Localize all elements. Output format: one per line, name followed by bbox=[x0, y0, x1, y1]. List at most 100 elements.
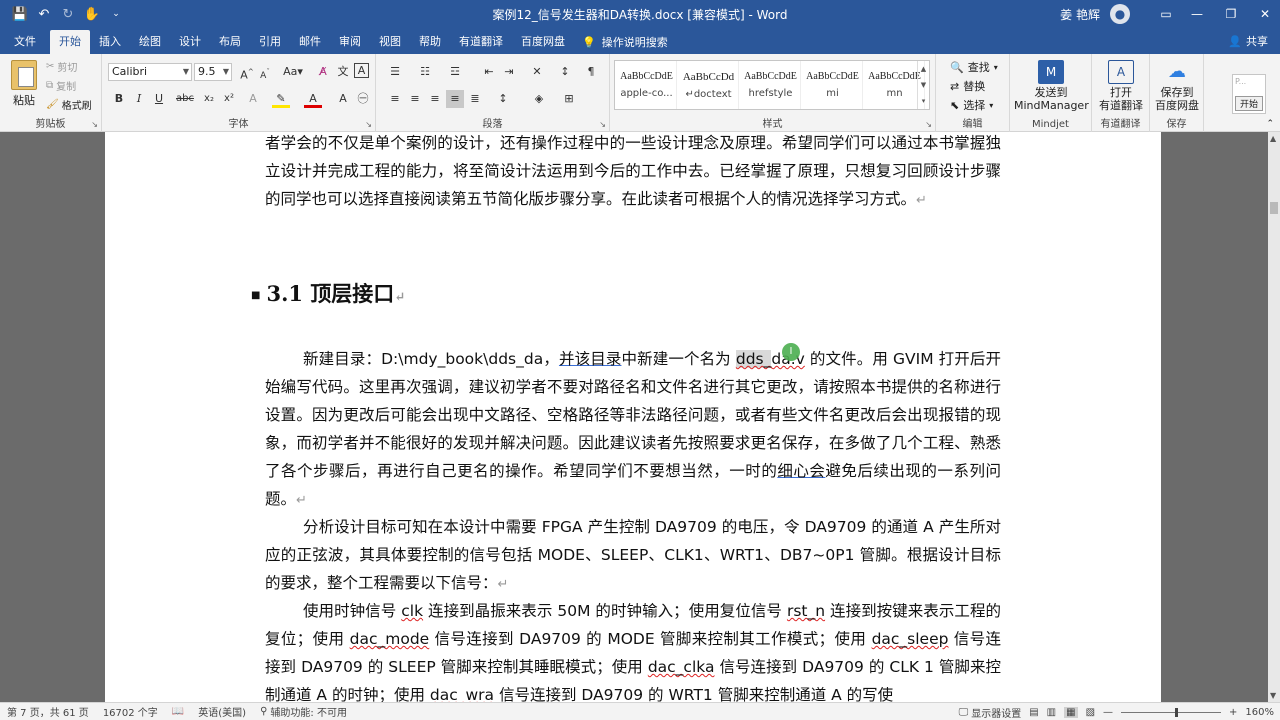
tab-youdao[interactable]: 有道翻译 bbox=[450, 30, 512, 54]
chevron-down-icon[interactable]: ▼ bbox=[921, 81, 926, 89]
scroll-up-icon[interactable]: ▲ bbox=[1270, 134, 1276, 143]
phonetic-guide-icon[interactable]: 文 bbox=[334, 63, 352, 81]
copy-button[interactable]: ⧉ 复制 bbox=[46, 78, 76, 93]
bold-icon[interactable]: B bbox=[110, 90, 128, 108]
word-count[interactable]: 16702 个字 bbox=[96, 704, 165, 719]
tab-mailings[interactable]: 邮件 bbox=[290, 30, 330, 54]
page-count[interactable]: 第 7 页，共 61 页 bbox=[0, 704, 96, 719]
share-button[interactable]: 👤 共享 bbox=[1228, 28, 1268, 54]
send-to-mindmanager-button[interactable]: M 发送到 MindManager bbox=[1014, 60, 1089, 112]
paragraph-signals[interactable]: 使用时钟信号 clk 连接到晶振来表示 50M 的时钟输入；使用复位信号 rst… bbox=[265, 597, 1001, 702]
ribbon-display-options-icon[interactable]: ▭ bbox=[1154, 0, 1178, 28]
chinese-layout-icon[interactable]: ✕ bbox=[528, 63, 546, 81]
style-apple-co[interactable]: AaBbCcDdE apple-co... bbox=[617, 61, 677, 109]
shrink-font-icon[interactable]: Aˇ bbox=[256, 63, 274, 81]
superscript-icon[interactable]: x² bbox=[220, 90, 238, 108]
style-hrefstyle[interactable]: AaBbCcDdE hrefstyle bbox=[741, 61, 801, 109]
style-mi[interactable]: AaBbCcDdE mi bbox=[803, 61, 863, 109]
extra-start-button[interactable]: P... 开始 bbox=[1232, 74, 1266, 114]
tab-baidu[interactable]: 百度网盘 bbox=[512, 30, 574, 54]
underline-icon[interactable]: U bbox=[150, 90, 168, 108]
scroll-down-icon[interactable]: ▼ bbox=[1270, 691, 1276, 700]
italic-icon[interactable]: I bbox=[130, 90, 148, 108]
bullets-icon[interactable]: ☰ bbox=[386, 63, 404, 81]
save-icon[interactable]: 💾 bbox=[10, 7, 30, 22]
paragraph-new-directory[interactable]: 新建目录：D:\mdy_book\dds_da，并该目录中新建一个名为 dds_… bbox=[265, 345, 1001, 515]
display-settings-button[interactable]: 🖵 显示器设置 bbox=[959, 705, 1022, 720]
zoom-in-icon[interactable]: + bbox=[1229, 707, 1237, 718]
select-button[interactable]: ⬉ 选择 ▾ bbox=[950, 97, 993, 113]
proofing-status[interactable]: 📖 bbox=[165, 706, 191, 717]
text-effects-icon[interactable]: A bbox=[244, 90, 262, 108]
borders-icon[interactable]: ⊞ bbox=[560, 90, 578, 108]
zoom-slider[interactable] bbox=[1121, 707, 1222, 717]
tab-view[interactable]: 视图 bbox=[370, 30, 410, 54]
zoom-out-icon[interactable]: — bbox=[1103, 707, 1113, 718]
tab-draw[interactable]: 绘图 bbox=[130, 30, 170, 54]
clear-formatting-icon[interactable]: A̸ bbox=[314, 63, 332, 81]
replace-button[interactable]: ⇄ 替换 bbox=[950, 78, 985, 94]
character-shading-icon[interactable]: A bbox=[334, 90, 352, 108]
tab-design[interactable]: 设计 bbox=[170, 30, 210, 54]
shading-icon[interactable]: ◈ bbox=[530, 90, 548, 108]
format-painter-button[interactable]: 🖌 格式刷 bbox=[46, 97, 92, 112]
numbering-icon[interactable]: ☷ bbox=[416, 63, 434, 81]
strikethrough-icon[interactable]: abc bbox=[174, 90, 196, 108]
paragraph-analysis[interactable]: 分析设计目标可知在本设计中需要 FPGA 产生控制 DA9709 的电压，令 D… bbox=[265, 513, 1001, 599]
restore-icon[interactable]: ❐ bbox=[1216, 0, 1246, 28]
tab-layout[interactable]: 布局 bbox=[210, 30, 250, 54]
justify-icon[interactable]: ≡ bbox=[446, 90, 464, 108]
enclose-characters-icon[interactable]: ㊀ bbox=[354, 90, 372, 108]
web-layout-icon[interactable]: ▧ bbox=[1086, 707, 1095, 718]
align-left-icon[interactable]: ≡ bbox=[386, 90, 404, 108]
tab-references[interactable]: 引用 bbox=[250, 30, 290, 54]
styles-launcher-icon[interactable]: ↘ bbox=[925, 120, 932, 129]
clipboard-launcher-icon[interactable]: ↘ bbox=[91, 120, 98, 129]
collapse-ribbon-icon[interactable]: ⌃ bbox=[1266, 119, 1274, 129]
increase-indent-icon[interactable]: ⇥ bbox=[500, 63, 518, 81]
tab-insert[interactable]: 插入 bbox=[90, 30, 130, 54]
font-color-icon[interactable]: A bbox=[304, 90, 322, 108]
style-doctext[interactable]: AaBbCcDd ↵doctext bbox=[679, 61, 739, 109]
font-size-box[interactable]: 9.5 ▼ bbox=[194, 63, 232, 81]
multilevel-list-icon[interactable]: ☲ bbox=[446, 63, 464, 81]
document-page[interactable]: 者学会的不仅是单个案例的设计，还有操作过程中的一些设计理念及原理。希望同学们可以… bbox=[105, 132, 1161, 702]
subscript-icon[interactable]: x₂ bbox=[200, 90, 218, 108]
scroll-thumb[interactable] bbox=[1270, 202, 1278, 214]
read-mode-icon[interactable]: ▥ bbox=[1047, 707, 1056, 718]
language-status[interactable]: 英语(美国) bbox=[191, 704, 253, 719]
focus-mode-icon[interactable]: ▤ bbox=[1029, 707, 1038, 718]
undo-icon[interactable]: ↶ bbox=[34, 7, 54, 22]
gallery-scroll[interactable]: ▲ ▼ ▾ bbox=[917, 61, 929, 109]
avatar[interactable]: ● bbox=[1110, 4, 1130, 24]
customize-qat-icon[interactable]: ⌄ bbox=[106, 9, 126, 19]
character-border-icon[interactable]: A bbox=[354, 63, 369, 78]
font-name-box[interactable]: Calibri ▼ bbox=[108, 63, 192, 81]
line-spacing-icon[interactable]: ↕ bbox=[494, 90, 512, 108]
cut-button[interactable]: ✂ 剪切 bbox=[46, 59, 77, 74]
font-launcher-icon[interactable]: ↘ bbox=[365, 120, 372, 129]
change-case-icon[interactable]: Aa▾ bbox=[280, 63, 306, 81]
align-right-icon[interactable]: ≡ bbox=[426, 90, 444, 108]
tell-me-search[interactable]: 💡 操作说明搜索 bbox=[574, 30, 676, 54]
find-button[interactable]: 🔍 查找 ▾ bbox=[950, 59, 998, 75]
decrease-indent-icon[interactable]: ⇤ bbox=[480, 63, 498, 81]
section-heading[interactable]: ■ 3.1 顶层接口↵ bbox=[251, 278, 405, 308]
highlight-icon[interactable]: ✎ bbox=[272, 90, 290, 108]
user-area[interactable]: 姜 艳辉 ● bbox=[1060, 0, 1130, 28]
tab-help[interactable]: 帮助 bbox=[410, 30, 450, 54]
sort-icon[interactable]: ↕ bbox=[556, 63, 574, 81]
tab-file[interactable]: 文件 bbox=[0, 30, 50, 54]
accessibility-status[interactable]: ⚲ 辅助功能: 不可用 bbox=[253, 704, 354, 719]
paste-button[interactable]: 粘贴 bbox=[8, 60, 40, 108]
open-youdao-button[interactable]: A 打开 有道翻译 bbox=[1094, 60, 1148, 112]
redo-icon[interactable]: ↻ bbox=[58, 7, 78, 22]
vertical-scrollbar[interactable]: ▲ ▼ bbox=[1268, 132, 1280, 702]
distributed-icon[interactable]: ≣ bbox=[466, 90, 484, 108]
minimize-icon[interactable]: — bbox=[1182, 0, 1212, 28]
chevron-up-icon[interactable]: ▲ bbox=[921, 65, 926, 73]
print-layout-icon[interactable]: ▦ bbox=[1064, 706, 1078, 718]
grow-font-icon[interactable]: A^ bbox=[238, 63, 256, 82]
style-mn[interactable]: AaBbCcDdE mn bbox=[865, 61, 925, 109]
tab-home[interactable]: 开始 bbox=[50, 30, 90, 54]
